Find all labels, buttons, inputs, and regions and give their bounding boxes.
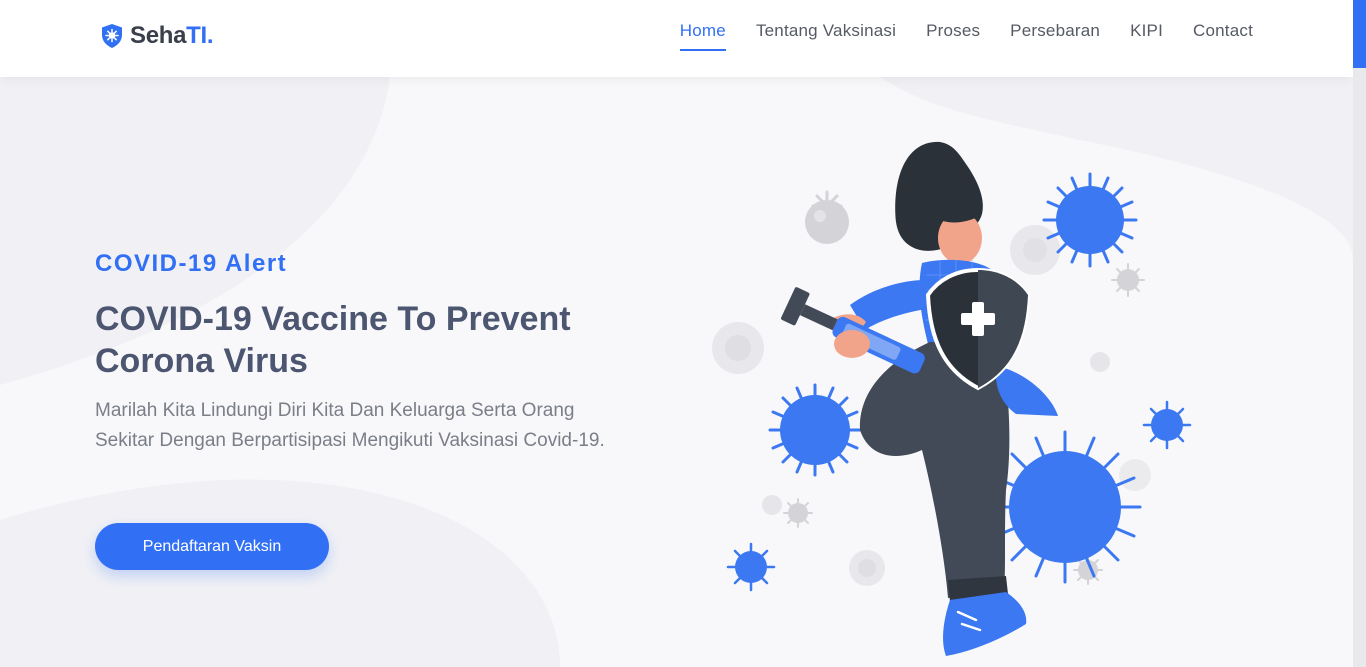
nav-item-home[interactable]: Home — [679, 21, 726, 51]
nav-item-persebaran[interactable]: Persebaran — [1010, 21, 1100, 51]
shield-virus-icon — [102, 24, 122, 48]
brand-logo[interactable]: SehaTI. — [100, 21, 214, 51]
brand-name: SehaTI. — [130, 22, 214, 50]
virus-icon — [988, 430, 1142, 584]
virus-icon — [1142, 400, 1192, 450]
hero-lead: Marilah Kita Lindungi Diri Kita Dan Kelu… — [95, 400, 605, 451]
nav-item-tentang-vaksinasi[interactable]: Tentang Vaksinasi — [756, 21, 896, 51]
virus-icon — [805, 190, 849, 244]
page-scrollbar[interactable] — [1353, 0, 1366, 667]
hero-eyebrow: COVID-19 Alert — [95, 250, 288, 277]
virus-icon — [1111, 263, 1145, 297]
virus-icon — [783, 498, 813, 528]
hero-section: COVID-19 Alert COVID-19 Vaccine To Preve… — [95, 250, 635, 456]
virus-icon — [726, 542, 776, 592]
hero-headline: COVID-19 Vaccine To Prevent Corona Virus — [95, 300, 571, 380]
virus-icon — [768, 383, 862, 477]
nav-item-contact[interactable]: Contact — [1193, 21, 1253, 51]
vaccine-hero-illustration — [712, 141, 1192, 656]
nav-item-proses[interactable]: Proses — [926, 21, 980, 51]
register-vaccine-button[interactable]: Pendaftaran Vaksin — [95, 523, 329, 570]
brand-name-accent: TI. — [186, 22, 214, 49]
virus-icon — [1042, 172, 1138, 268]
brand-name-main: Seha — [130, 22, 187, 49]
main-nav: Home Tentang Vaksinasi Proses Persebaran… — [679, 21, 1253, 51]
top-navbar: SehaTI. Home Tentang Vaksinasi Proses Pe… — [0, 0, 1353, 77]
nav-item-kipi[interactable]: KIPI — [1130, 21, 1163, 51]
scrollbar-thumb[interactable] — [1353, 0, 1366, 68]
